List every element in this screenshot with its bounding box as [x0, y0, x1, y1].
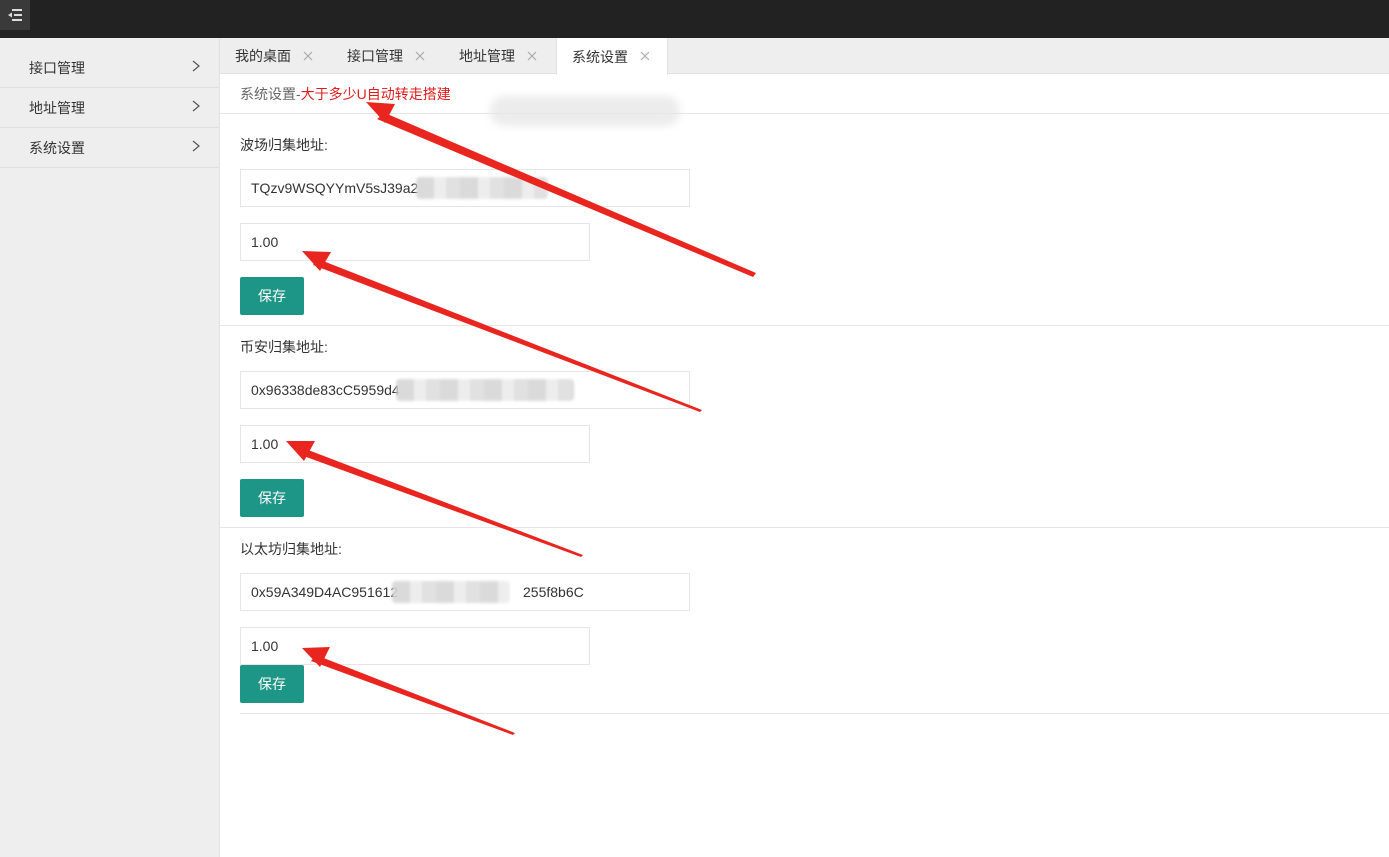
field-value: 1.00: [251, 638, 279, 654]
menu-fold-icon[interactable]: [0, 0, 30, 30]
close-icon[interactable]: [526, 50, 538, 62]
field-value: 0x96338de83cC5959d4: [251, 382, 400, 398]
breadcrumb-prefix: 系统设置-: [240, 86, 301, 102]
bsc-threshold-input[interactable]: 1.00: [240, 425, 590, 463]
sidebar: 接口管理 地址管理 系统设置: [0, 38, 220, 857]
redaction-blur: [490, 96, 680, 126]
breadcrumb-highlight: 大于多少U自动转走搭建: [300, 86, 451, 102]
redaction-mask: [416, 177, 548, 199]
tab-label: 我的桌面: [235, 48, 291, 64]
divider: [220, 325, 1389, 326]
divider: [220, 113, 1389, 114]
redaction-mask: [392, 581, 510, 603]
tab-bar: 我的桌面 接口管理 地址管理 系统设置: [220, 38, 1389, 75]
field-value: TQzv9WSQYYmV5sJ39a2: [251, 180, 419, 196]
close-icon[interactable]: [639, 50, 651, 62]
sidebar-item-label: 系统设置: [29, 139, 85, 156]
tab-label: 接口管理: [347, 48, 403, 64]
chevron-right-icon: [192, 100, 200, 112]
redaction-mask: [396, 379, 574, 401]
divider: [240, 713, 1389, 714]
save-button[interactable]: 保存: [240, 277, 304, 315]
field-value: 1.00: [251, 436, 279, 452]
close-icon[interactable]: [302, 50, 314, 62]
eth-threshold-input[interactable]: 1.00: [240, 627, 590, 665]
field-value: 0x59A349D4AC951612: [251, 584, 399, 600]
tab-label: 地址管理: [459, 48, 515, 64]
sidebar-item-address-management[interactable]: 地址管理: [0, 88, 219, 128]
sidebar-item-label: 地址管理: [29, 99, 85, 116]
tab-label: 系统设置: [572, 48, 628, 65]
breadcrumb: 系统设置-大于多少U自动转走搭建: [240, 84, 451, 104]
eth-address-label: 以太坊归集地址:: [240, 541, 342, 557]
tron-address-label: 波场归集地址:: [240, 137, 328, 153]
sidebar-item-system-settings[interactable]: 系统设置: [0, 128, 219, 168]
tab-api-management[interactable]: 接口管理: [332, 38, 444, 74]
tab-my-desktop[interactable]: 我的桌面: [220, 38, 332, 74]
tab-address-management[interactable]: 地址管理: [444, 38, 556, 74]
chevron-right-icon: [192, 60, 200, 72]
tab-system-settings[interactable]: 系统设置: [556, 38, 668, 75]
field-value-tail: 255f8b6C: [523, 584, 584, 600]
top-bar: [0, 0, 1389, 38]
tron-threshold-input[interactable]: 1.00: [240, 223, 590, 261]
sidebar-item-label: 接口管理: [29, 59, 85, 76]
divider: [220, 527, 1389, 528]
field-value: 1.00: [251, 234, 279, 250]
chevron-right-icon: [192, 140, 200, 152]
sidebar-item-api-management[interactable]: 接口管理: [0, 48, 219, 88]
save-button[interactable]: 保存: [240, 479, 304, 517]
close-icon[interactable]: [414, 50, 426, 62]
bsc-address-label: 币安归集地址:: [240, 339, 328, 355]
save-button[interactable]: 保存: [240, 665, 304, 703]
